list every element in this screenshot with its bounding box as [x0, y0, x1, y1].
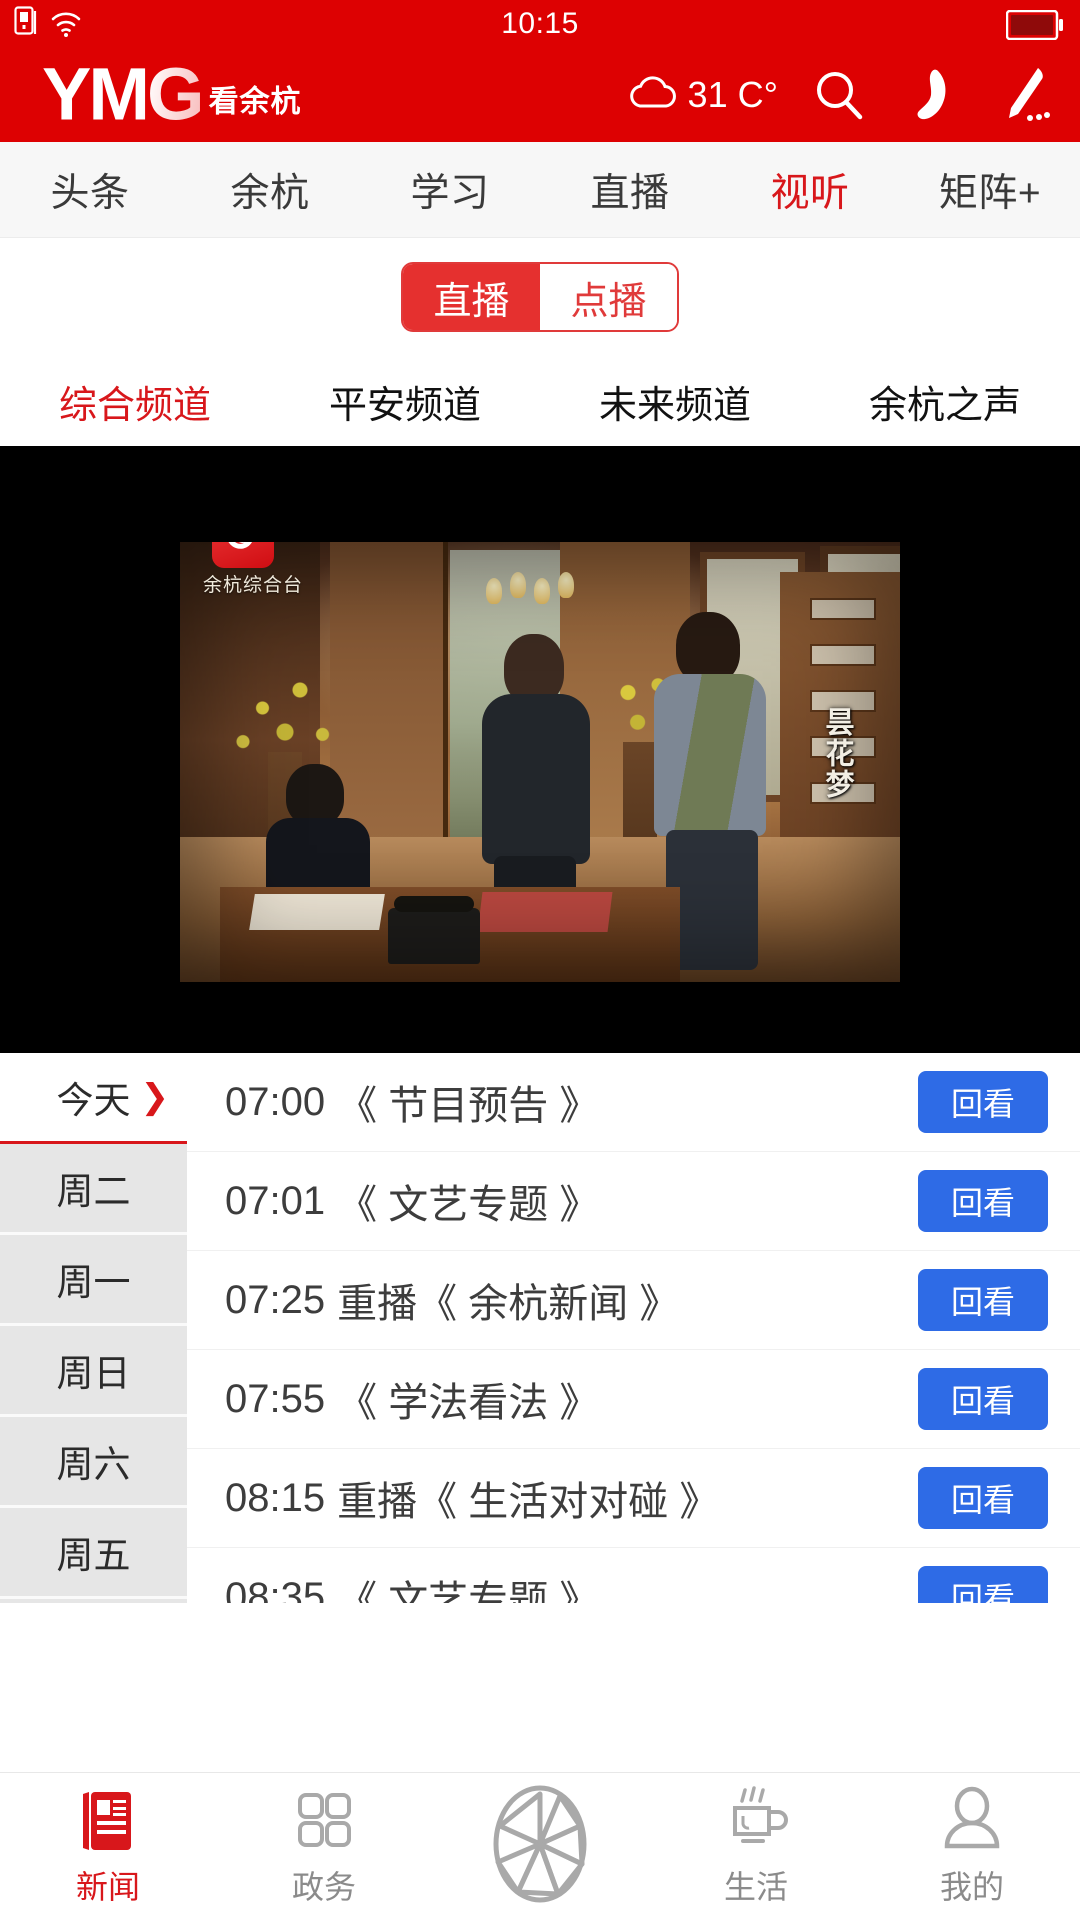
channel-watermark: 余杭综合台 — [203, 542, 304, 597]
cloud-icon — [626, 73, 680, 118]
program-time: 08:35 — [225, 1574, 326, 1604]
day-selector: 今天 ❯ 周二 周一 周日 周六 周五 周四 — [0, 1053, 187, 1603]
app-root: 10:15 YMG 看余杭 31 C° 头条 余杭 学习 直播 视听 矩阵+ 直… — [0, 0, 1080, 1920]
segment-vod[interactable]: 点播 — [540, 264, 677, 330]
channel-tab-zonghe[interactable]: 综合频道 — [0, 374, 270, 429]
phone-icon[interactable] — [900, 64, 962, 126]
replay-button[interactable]: 回看 — [918, 1467, 1048, 1529]
program-time: 07:55 — [225, 1376, 326, 1421]
segment-live[interactable]: 直播 — [403, 264, 540, 330]
program-schedule: 今天 ❯ 周二 周一 周日 周六 周五 周四 07:00 《 节目预告 》 回看… — [0, 1053, 1080, 1603]
replay-button[interactable]: 回看 — [918, 1071, 1048, 1133]
search-icon[interactable] — [808, 64, 870, 126]
live-vod-switcher: 直播 点播 — [401, 262, 679, 332]
program-list[interactable]: 07:00 《 节目预告 》 回看 07:01 《 文艺专题 》 回看 07:2… — [187, 1053, 1080, 1603]
channel-tab-pingan[interactable]: 平安频道 — [270, 374, 540, 429]
replay-button[interactable]: 回看 — [918, 1368, 1048, 1430]
day-tab-tuesday[interactable]: 周二 — [0, 1144, 187, 1235]
video-frame[interactable]: 余杭综合台 昙花梦 — [180, 542, 900, 982]
bottom-nav-item-government[interactable]: 政务 — [216, 1786, 432, 1908]
bottom-nav-item-news[interactable]: 新闻 — [0, 1786, 216, 1908]
camera-aperture-icon — [482, 1785, 598, 1902]
table-row[interactable]: 07:00 《 节目预告 》 回看 — [187, 1053, 1080, 1152]
status-bar: 10:15 — [0, 0, 1080, 48]
drama-title: 昙花梦 — [821, 707, 853, 800]
player-top-caption — [180, 446, 900, 460]
program-time: 08:15 — [225, 1475, 326, 1520]
channel-tab-weilai[interactable]: 未来频道 — [540, 374, 810, 429]
table-row[interactable]: 08:35 《 文艺专题 》 回看 — [187, 1548, 1080, 1603]
bottom-nav-item-camera[interactable] — [432, 1785, 648, 1905]
table-row[interactable]: 07:25 重播《 余杭新闻 》 回看 — [187, 1251, 1080, 1350]
grid-icon — [291, 1786, 357, 1856]
table-row[interactable]: 07:01 《 文艺专题 》 回看 — [187, 1152, 1080, 1251]
cup-icon — [721, 1785, 791, 1856]
bottom-nav-item-mine[interactable]: 我的 — [864, 1786, 1080, 1908]
program-name: 重播《 余杭新闻 》 — [337, 1282, 680, 1326]
replay-button[interactable]: 回看 — [918, 1566, 1048, 1603]
bottom-nav-item-life[interactable]: 生活 — [648, 1785, 864, 1908]
bottom-nav: 新闻 政务 生活 我的 — [0, 1772, 1080, 1920]
replay-button[interactable]: 回看 — [918, 1170, 1048, 1232]
program-time: 07:00 — [225, 1079, 326, 1124]
table-row[interactable]: 07:55 《 学法看法 》 回看 — [187, 1350, 1080, 1449]
watermark-text: 余杭综合台 — [203, 575, 304, 596]
logo-text: YMG — [42, 52, 205, 136]
bottom-nav-label: 生活 — [723, 1868, 788, 1905]
nav-tab-toutiao[interactable]: 头条 — [0, 162, 180, 218]
channel-tab-yuhangzhisheng[interactable]: 余杭之声 — [810, 374, 1080, 429]
bottom-nav-label: 新闻 — [75, 1868, 140, 1905]
program-name: 《 节目预告 》 — [337, 1084, 600, 1128]
program-time: 07:01 — [225, 1178, 326, 1223]
logo-subtitle: 看余杭 — [208, 85, 302, 119]
bottom-nav-label: 我的 — [939, 1868, 1004, 1905]
app-logo[interactable]: YMG 看余杭 — [42, 52, 302, 136]
chevron-right-icon: ❯ — [140, 1078, 170, 1116]
program-name: 《 文艺专题 》 — [337, 1183, 600, 1227]
scene-vignette — [180, 542, 900, 982]
app-header: YMG 看余杭 31 C° — [0, 48, 1080, 142]
nav-tab-juzhen[interactable]: 矩阵+ — [900, 162, 1080, 218]
main-nav-tabs: 头条 余杭 学习 直播 视听 矩阵+ — [0, 142, 1080, 238]
day-tab-thursday[interactable]: 周四 — [0, 1599, 187, 1603]
table-row[interactable]: 08:15 重播《 生活对对碰 》 回看 — [187, 1449, 1080, 1548]
day-tab-label: 今天 — [56, 1080, 131, 1121]
weather-temperature: 31 C° — [687, 74, 778, 115]
program-name: 《 文艺专题 》 — [337, 1579, 600, 1603]
replay-button[interactable]: 回看 — [918, 1269, 1048, 1331]
program-name: 重播《 生活对对碰 》 — [337, 1480, 720, 1524]
channel-tabs: 综合频道 平安频道 未来频道 余杭之声 — [0, 356, 1080, 446]
day-tab-friday[interactable]: 周五 — [0, 1508, 187, 1599]
nav-tab-xuexi[interactable]: 学习 — [360, 162, 540, 218]
header-actions: 31 C° — [626, 64, 1054, 126]
day-tab-monday[interactable]: 周一 — [0, 1235, 187, 1326]
yuhang-tv-logo-icon — [212, 542, 274, 568]
bottom-nav-label: 政务 — [291, 1868, 356, 1905]
edit-icon[interactable] — [992, 64, 1054, 126]
program-name: 《 学法看法 》 — [337, 1381, 600, 1425]
day-tab-saturday[interactable]: 周六 — [0, 1417, 187, 1508]
person-icon — [939, 1786, 1005, 1856]
nav-tab-shiting[interactable]: 视听 — [720, 162, 900, 218]
day-tab-today[interactable]: 今天 ❯ — [0, 1053, 187, 1144]
live-vod-switcher-wrap: 直播 点播 — [0, 238, 1080, 356]
status-bar-clock: 10:15 — [501, 7, 579, 40]
newspaper-icon — [75, 1786, 141, 1856]
nav-tab-yuhang[interactable]: 余杭 — [180, 162, 360, 218]
weather-widget[interactable]: 31 C° — [626, 73, 778, 118]
day-tab-sunday[interactable]: 周日 — [0, 1326, 187, 1417]
video-player[interactable]: 余杭综合台 昙花梦 — [0, 446, 1080, 1053]
nav-tab-zhibo[interactable]: 直播 — [540, 162, 720, 218]
program-time: 07:25 — [225, 1277, 326, 1322]
battery-icon — [1005, 9, 1064, 45]
